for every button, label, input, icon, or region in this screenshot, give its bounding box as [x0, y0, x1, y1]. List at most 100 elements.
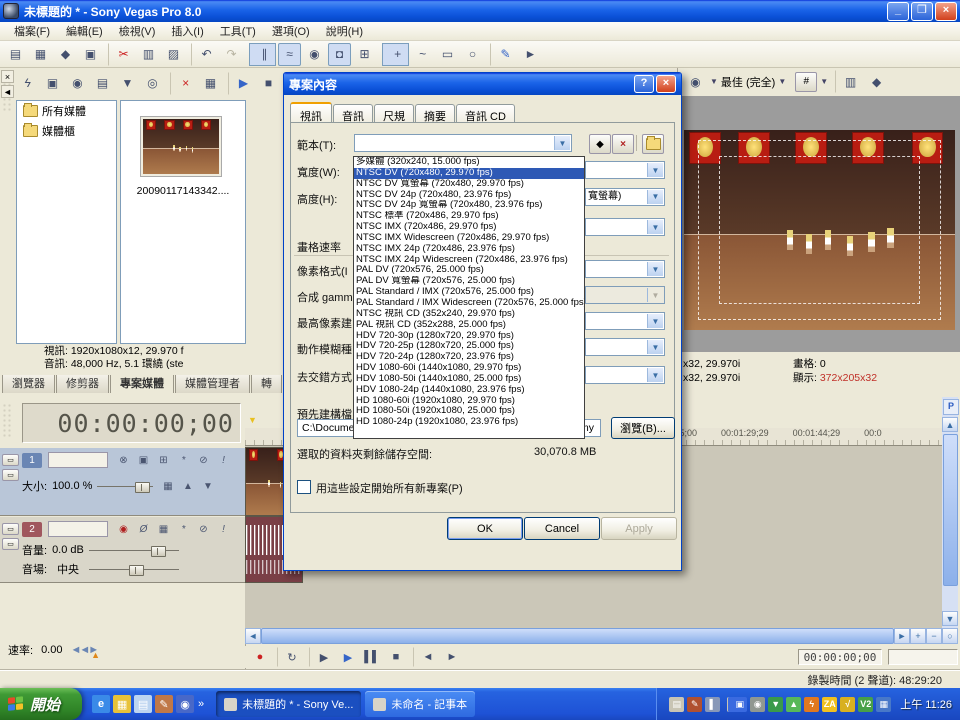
horizontal-scrollbar[interactable]: ◄ ► + − ○ — [245, 628, 958, 644]
media-thumbnail[interactable] — [141, 117, 221, 176]
lock-envelopes-icon[interactable]: ◘ — [328, 43, 351, 66]
scan-icon[interactable]: ▤ — [91, 72, 114, 95]
ie-icon[interactable]: e — [92, 695, 110, 713]
volume-slider[interactable] — [89, 546, 179, 555]
remove-media-icon[interactable]: × — [170, 72, 197, 95]
menu-view[interactable]: 檢視(V) — [111, 21, 164, 41]
preset-option[interactable]: HDV 1080-50i (1440x1080, 25.000 fps) — [354, 374, 584, 385]
minimize-button[interactable]: _ — [887, 2, 909, 21]
field-order-combo[interactable]: ▼ — [585, 161, 665, 179]
zoom-tool-icon[interactable]: ○ — [461, 43, 484, 66]
loop-playback-icon[interactable]: ↻ — [277, 647, 303, 667]
preset-option[interactable]: HDV 720-24p (1280x720, 23.976 fps) — [354, 352, 584, 363]
maximize-track-icon[interactable]: ▭ — [2, 538, 19, 550]
menu-insert[interactable]: 插入(I) — [163, 21, 211, 41]
tab-media-manager[interactable]: 媒體管理者 — [175, 375, 250, 393]
zoom-in-timeline-icon[interactable]: + — [910, 628, 926, 644]
paste-icon[interactable]: ▨ — [162, 43, 185, 66]
preset-option[interactable]: NTSC DV 寬螢幕 (720x480, 29.970 fps) — [354, 179, 584, 190]
arm-record-icon[interactable]: ◉ — [114, 520, 133, 538]
project-properties-icon[interactable]: ▣ — [79, 43, 102, 66]
copy-snapshot-icon[interactable]: ▥ — [835, 70, 862, 93]
size-value[interactable]: 100.0 % — [52, 480, 92, 492]
open-folder-icon[interactable] — [642, 134, 664, 154]
rate-marker-icon[interactable]: ▲ — [91, 650, 100, 660]
capture-video-icon[interactable]: ▣ — [41, 72, 64, 95]
menu-options[interactable]: 選項(O) — [264, 21, 318, 41]
dropdown-caret[interactable]: ▼ — [778, 77, 786, 86]
rate-value[interactable]: 0.00 — [41, 644, 62, 656]
safely-remove-icon[interactable]: ▼ — [768, 697, 783, 712]
go-to-end-icon[interactable]: ► — [441, 647, 463, 667]
task-notepad[interactable]: 未命名 - 記事本 — [365, 691, 475, 717]
arrow-down-icon[interactable]: ▼ — [198, 477, 217, 495]
checkbox-icon[interactable] — [297, 480, 311, 494]
tab-project-media[interactable]: 專案媒體 — [110, 375, 174, 393]
download-media-icon[interactable]: ▼ — [116, 72, 139, 95]
envelope-tool-icon[interactable]: ~ — [411, 43, 434, 66]
save-template-icon[interactable]: ◆ — [589, 134, 611, 154]
selection-start-field[interactable] — [888, 649, 958, 665]
zonealarm-icon[interactable]: ZA — [822, 697, 837, 712]
printer-icon[interactable]: ▦ — [876, 697, 891, 712]
solo-icon[interactable]: ! — [214, 520, 233, 538]
mute-icon[interactable]: ⊘ — [194, 520, 213, 538]
preset-option[interactable]: NTSC IMX 24p (720x486, 23.976 fps) — [354, 244, 584, 255]
zoom-out-timeline-icon[interactable]: − — [926, 628, 942, 644]
antivirus-icon[interactable]: √ — [840, 697, 855, 712]
save-snapshot-icon[interactable]: ◆ — [865, 70, 888, 93]
pen-input-icon[interactable]: ✎ — [687, 697, 702, 712]
preset-option[interactable]: NTSC IMX Widescreen (720x486, 29.970 fps… — [354, 233, 584, 244]
overlays-grid-icon[interactable]: # — [795, 72, 817, 92]
preview-quality-icon[interactable]: ◉ — [684, 70, 707, 93]
scroll-down-icon[interactable]: ▼ — [942, 611, 958, 626]
gamma-combo[interactable]: ▼ — [585, 286, 665, 304]
scroll-right-icon[interactable]: ► — [894, 628, 910, 644]
preset-option[interactable]: HD 1080-60i (1920x1080, 29.970 fps) — [354, 396, 584, 407]
maximize-track-icon[interactable]: ▭ — [2, 469, 19, 481]
preview-quality-value[interactable]: 最佳 (完全) — [721, 74, 775, 90]
browse-button[interactable]: 瀏覽(B)... — [611, 417, 675, 439]
task-vegas[interactable]: 未標題的 * - Sony Ve... — [216, 691, 361, 717]
notepad-icon[interactable]: ▤ — [134, 695, 152, 713]
timeline-cursor-marker[interactable]: ▼ — [248, 415, 257, 425]
preset-option[interactable]: HDV 1080-24p (1440x1080, 23.976 fps) — [354, 385, 584, 396]
track-name-field[interactable] — [48, 521, 108, 537]
zoom-tool-timeline-icon[interactable]: ○ — [942, 628, 958, 644]
close-button[interactable]: × — [935, 2, 957, 21]
video-track-header[interactable]: ▭ ▭ 1 ⊗▣⊞*⊘! 大小: 100.0 % ▦▲▼ — [0, 448, 245, 516]
cut-icon[interactable]: ✂ — [108, 43, 135, 66]
pixel-format-combo[interactable]: ▼ — [585, 260, 665, 278]
preset-option[interactable]: PAL Standard / IMX (720x576, 25.000 fps) — [354, 287, 584, 298]
play-from-start-icon[interactable]: ▶ — [309, 647, 335, 667]
preset-option[interactable]: PAL DV (720x576, 25.000 fps) — [354, 265, 584, 276]
dropdown-caret[interactable]: ▼ — [710, 77, 718, 86]
scroll-up-icon[interactable]: ▲ — [942, 417, 958, 432]
scroll-left-icon[interactable]: ◄ — [245, 628, 261, 644]
preset-option[interactable]: NTSC IMX (720x486, 29.970 fps) — [354, 222, 584, 233]
taskbar-clock[interactable]: 上午 11:26 — [900, 696, 952, 712]
preset-option[interactable]: PAL Standard / IMX Widescreen (720x576, … — [354, 298, 584, 309]
bus-assign-icon[interactable]: ⊞ — [154, 451, 173, 469]
pixel-aspect-combo[interactable]: 寬螢幕)▼ — [585, 188, 665, 206]
menu-file[interactable]: 檔案(F) — [6, 21, 58, 41]
stop-icon[interactable]: ■ — [385, 647, 407, 667]
apply-button[interactable]: Apply — [601, 517, 677, 540]
media-properties-icon[interactable]: ▦ — [199, 72, 222, 95]
menu-tools[interactable]: 工具(T) — [212, 21, 264, 41]
rendering-quality-combo[interactable]: ▼ — [585, 218, 665, 236]
sidebar-item-all-media[interactable]: 所有媒體 — [17, 101, 116, 121]
preset-option[interactable]: HD 1080-50i (1920x1080, 25.000 fps) — [354, 406, 584, 417]
scroll-thumb[interactable] — [943, 434, 958, 586]
transport-timecode[interactable]: 00:00:00;00 — [798, 649, 882, 665]
tablet-icon[interactable]: ▌ — [705, 697, 720, 712]
track-motion-icon[interactable]: ▦ — [158, 477, 177, 495]
power-icon[interactable]: ϟ — [804, 697, 819, 712]
normal-edit-tool-icon[interactable]: + — [382, 43, 409, 66]
bypass-motion-blur-icon[interactable]: ⊗ — [114, 451, 133, 469]
preset-option[interactable]: NTSC 標準 (720x486, 29.970 fps) — [354, 211, 584, 222]
stop-preview-icon[interactable]: ■ — [257, 72, 280, 95]
track-number[interactable]: 2 — [22, 522, 42, 537]
ok-button[interactable]: OK — [447, 517, 523, 540]
enable-snapping-icon[interactable]: ∥ — [249, 43, 276, 66]
